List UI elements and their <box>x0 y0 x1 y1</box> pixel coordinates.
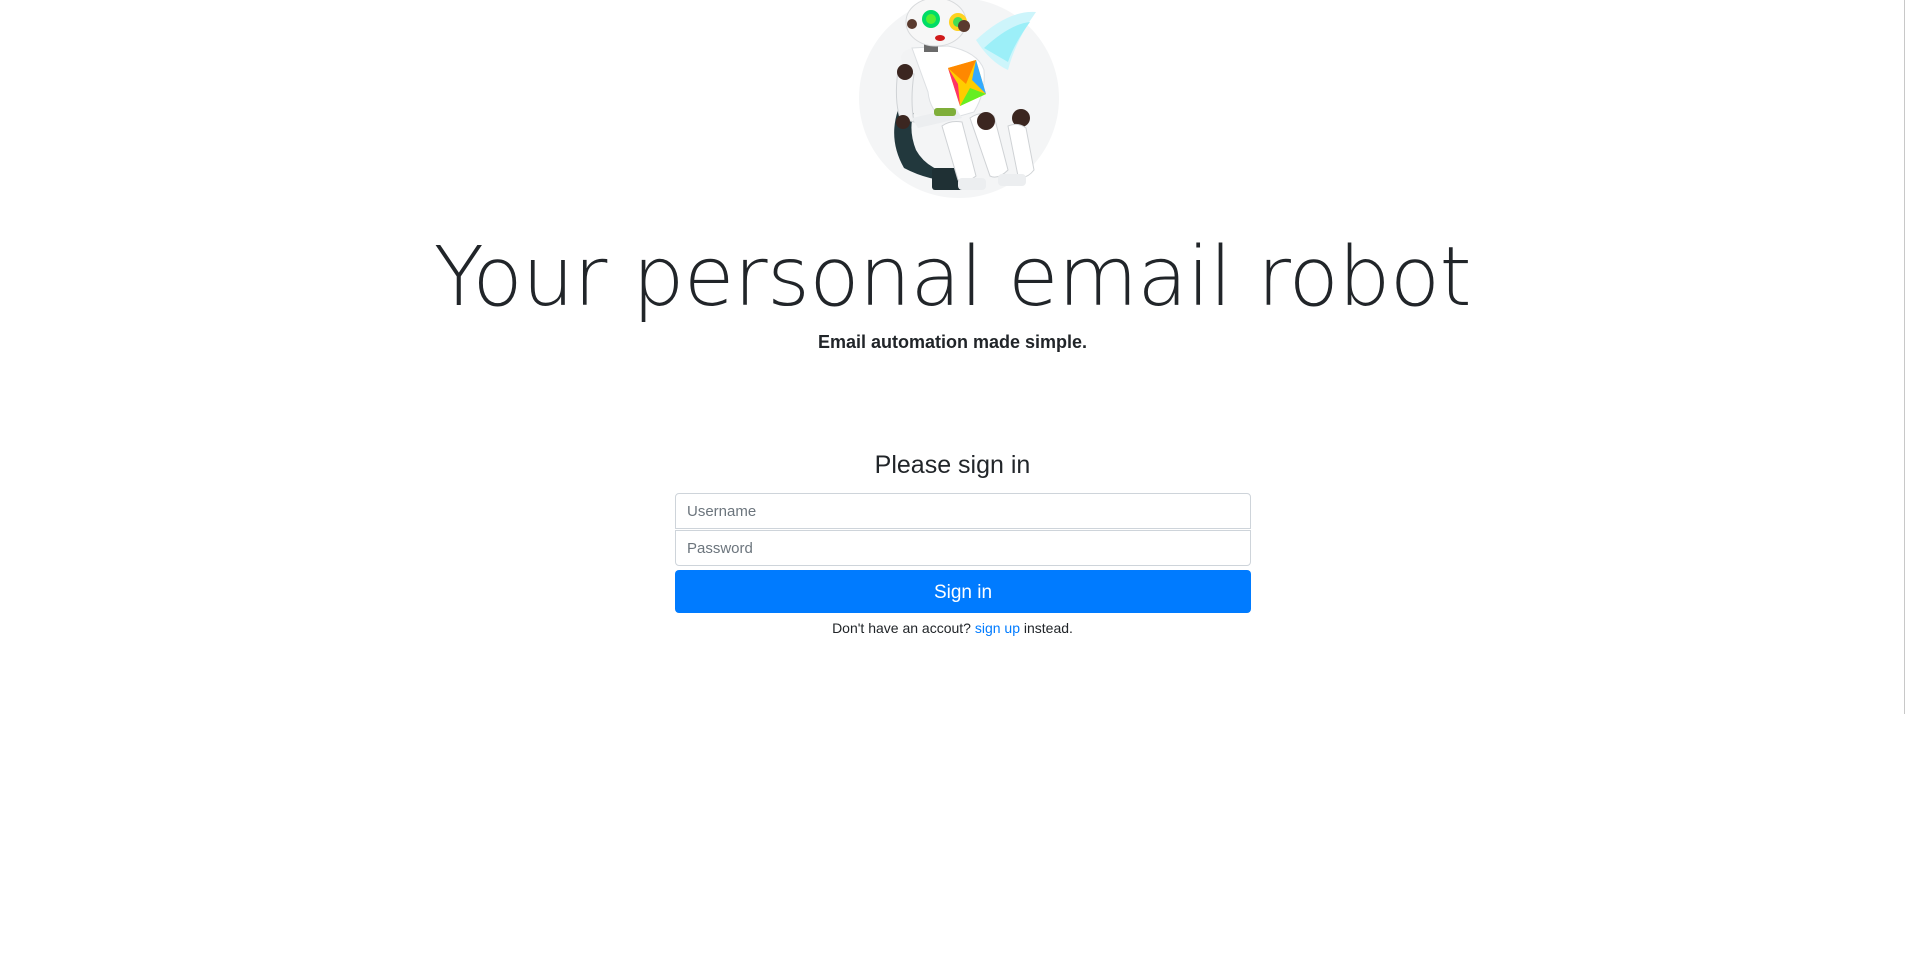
hero-title: Your personal email robot <box>433 230 1472 325</box>
signup-note-prefix: Don't have an accout? <box>832 620 971 636</box>
sign-up-link[interactable]: sign up <box>975 620 1020 636</box>
username-input[interactable] <box>675 493 1251 529</box>
hero-subtitle: Email automation made simple. <box>817 332 1088 352</box>
signin-heading: Please sign in <box>874 451 1031 479</box>
signup-note: Don't have an accout? sign up instead. <box>0 618 1905 638</box>
login-page: Your personal email robot Email automati… <box>0 0 1905 967</box>
robot-illustration <box>858 0 1060 200</box>
password-input[interactable] <box>675 530 1251 566</box>
sign-in-button[interactable]: Sign in <box>675 570 1251 613</box>
signin-form: Sign in <box>675 493 1251 613</box>
signup-note-suffix: instead. <box>1023 620 1073 636</box>
